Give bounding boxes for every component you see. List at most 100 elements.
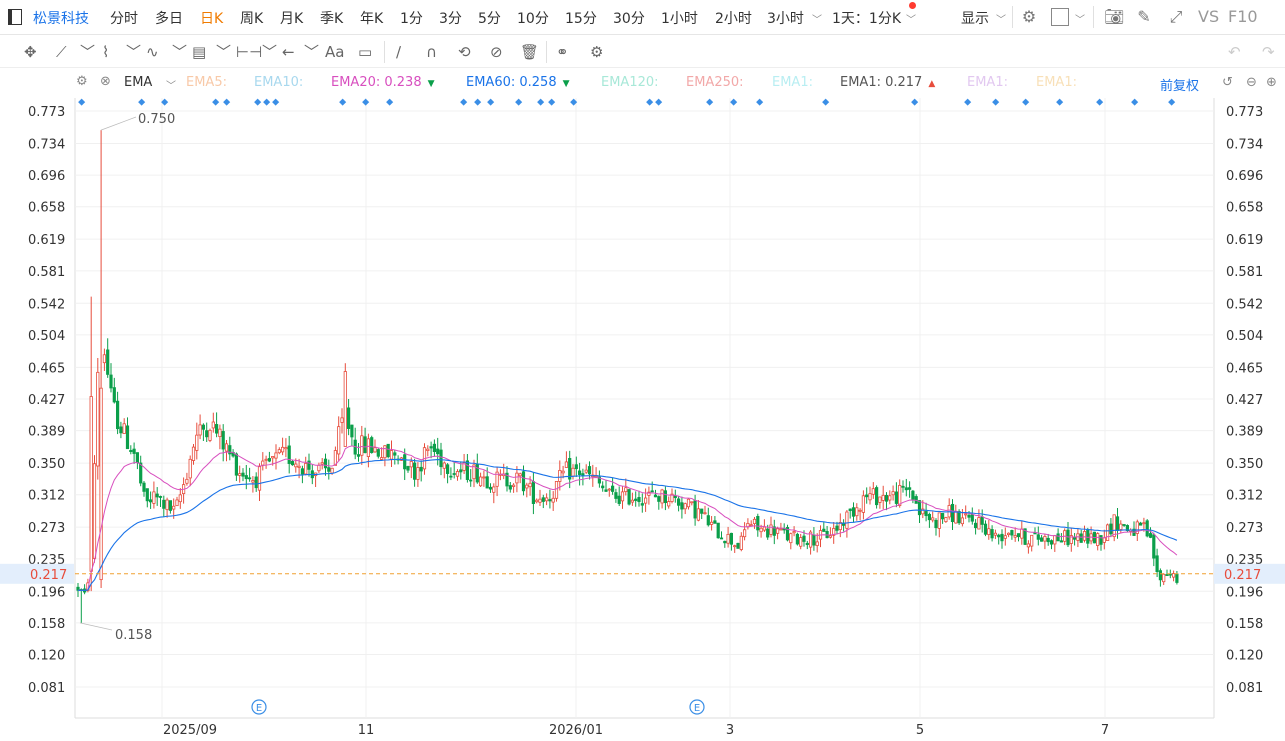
event-diamond-marker[interactable]: [992, 98, 1000, 106]
candle-body: [848, 508, 852, 512]
candle-body: [340, 417, 344, 423]
y-tick-label-left: 0.120: [28, 649, 65, 664]
candle-body: [317, 464, 321, 472]
candle-body: [812, 534, 816, 546]
candle-body: [218, 428, 222, 437]
candle-body: [611, 485, 615, 492]
event-diamond-marker[interactable]: [964, 98, 972, 106]
event-diamond-marker[interactable]: [474, 98, 482, 106]
candle-body: [660, 489, 664, 504]
candle-body: [429, 446, 433, 449]
event-diamond-marker[interactable]: [339, 98, 347, 106]
candle-body: [769, 524, 773, 535]
event-diamond-marker[interactable]: [655, 98, 663, 106]
event-diamond-marker[interactable]: [223, 98, 231, 106]
event-diamond-marker[interactable]: [1096, 98, 1104, 106]
current-price-label-left: 0.217: [30, 568, 67, 583]
y-tick-label-left: 0.081: [28, 681, 65, 696]
candle-body: [726, 533, 730, 544]
event-diamond-marker[interactable]: [1131, 98, 1139, 106]
event-diamond-marker[interactable]: [138, 98, 146, 106]
candle-body: [1033, 532, 1037, 535]
candle-body: [1036, 534, 1040, 540]
candle-body: [904, 487, 908, 491]
event-diamond-marker[interactable]: [515, 98, 523, 106]
candle-body: [1000, 533, 1004, 542]
kline-chart[interactable]: 0.773 0.773 0.734 0.734 0.696 0.696 0.658 0.658…: [0, 0, 1285, 741]
candle-body: [851, 507, 856, 517]
event-diamond-marker[interactable]: [460, 98, 468, 106]
candle-body: [535, 499, 539, 503]
candle-body: [251, 480, 255, 483]
candle-body: [290, 461, 295, 466]
candle-body: [271, 456, 275, 459]
candle-body: [172, 505, 176, 510]
candle-body: [455, 471, 460, 477]
candle-body: [267, 458, 272, 462]
candle-body: [366, 438, 371, 457]
candle-body: [198, 424, 202, 436]
candle-body: [432, 443, 437, 453]
candle-body: [508, 485, 512, 490]
event-diamond-marker[interactable]: [487, 98, 495, 106]
candle-body: [478, 476, 483, 487]
candle-body: [944, 517, 948, 522]
x-tick-label: 2025/09: [163, 723, 217, 738]
candle-body: [1026, 543, 1030, 548]
ema20-line: [77, 445, 1178, 591]
candle-body: [412, 462, 417, 480]
event-diamond-marker[interactable]: [548, 98, 556, 106]
x-tick-label: 7: [1101, 723, 1109, 738]
candle-body: [941, 512, 945, 520]
y-tick-label-right: 0.619: [1226, 233, 1263, 248]
y-tick-label-left: 0.389: [28, 425, 65, 440]
candle-body: [713, 520, 717, 524]
candle-body: [700, 508, 704, 514]
event-diamond-marker[interactable]: [756, 98, 764, 106]
event-diamond-marker[interactable]: [78, 98, 86, 106]
candle-body: [990, 529, 994, 539]
candle-body: [512, 484, 516, 487]
event-diamond-marker[interactable]: [1022, 98, 1030, 106]
candle-body: [865, 494, 869, 498]
y-tick-label-left: 0.273: [28, 521, 65, 536]
event-diamond-marker[interactable]: [911, 98, 919, 106]
event-diamond-marker[interactable]: [254, 98, 262, 106]
candle-body: [214, 424, 219, 434]
candle-body: [129, 450, 133, 452]
event-diamond-marker[interactable]: [362, 98, 370, 106]
candle-body: [627, 489, 631, 505]
event-diamond-marker[interactable]: [537, 98, 545, 106]
y-tick-label-left: 0.465: [28, 361, 65, 376]
event-diamond-marker[interactable]: [386, 98, 394, 106]
candle-body: [927, 513, 932, 521]
min-leader-line: [79, 622, 113, 631]
candle-body: [373, 447, 377, 453]
event-diamond-marker[interactable]: [1056, 98, 1064, 106]
event-diamond-marker[interactable]: [1168, 98, 1176, 106]
event-diamond-marker[interactable]: [706, 98, 714, 106]
candle-body: [280, 446, 285, 453]
candle-body: [379, 457, 384, 460]
candle-body: [554, 481, 559, 499]
candle-body: [937, 512, 941, 529]
candle-body: [343, 371, 347, 447]
candle-body: [868, 493, 872, 501]
candle-body: [898, 485, 902, 506]
candle-body: [241, 472, 245, 477]
candle-body: [1003, 535, 1007, 539]
y-tick-label-left: 0.504: [28, 329, 65, 344]
candle-body: [677, 498, 681, 506]
event-diamond-marker[interactable]: [822, 98, 830, 106]
event-diamond-marker[interactable]: [646, 98, 654, 106]
event-diamond-marker[interactable]: [263, 98, 271, 106]
candle-body: [211, 421, 215, 429]
event-diamond-marker[interactable]: [272, 98, 280, 106]
event-diamond-marker[interactable]: [730, 98, 738, 106]
candle-body: [175, 499, 179, 507]
candle-body: [1122, 524, 1126, 526]
candle-body: [518, 473, 522, 477]
candle-body: [109, 374, 113, 389]
event-diamond-marker[interactable]: [212, 98, 220, 106]
y-tick-label-right: 0.542: [1226, 297, 1263, 312]
